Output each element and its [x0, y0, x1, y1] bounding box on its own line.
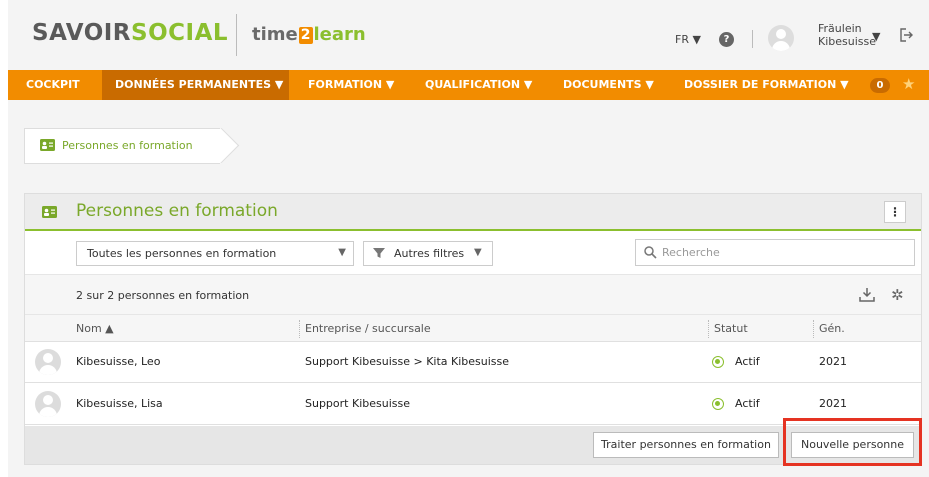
search-input[interactable] [635, 239, 915, 266]
logo-part-savoir: SAVOIR [32, 20, 132, 46]
notification-badge[interactable]: 0 [870, 78, 890, 93]
column-divider [708, 320, 709, 338]
chevron-down-icon: ▼ [474, 247, 482, 258]
panel-menu-button[interactable]: ⋮ [884, 201, 906, 223]
user-avatar[interactable] [768, 25, 794, 51]
cell-status: Actif [735, 355, 760, 368]
panel-header: Personnes en formation ⋮ [25, 194, 921, 231]
person-card-icon [42, 206, 57, 218]
cell-gen: 2021 [819, 397, 847, 410]
header-divider [752, 30, 753, 48]
breadcrumb: Personnes en formation [24, 127, 240, 164]
other-filters-button[interactable]: Autres filtres ▼ [363, 241, 493, 266]
nav-item-qualification[interactable]: QUALIFICATION ▼ [425, 70, 532, 100]
logo2-part-time: time [252, 24, 298, 45]
gear-icon[interactable]: ✲ [891, 286, 904, 304]
help-icon[interactable]: ? [719, 32, 734, 47]
nav-item-dossier-de-formation[interactable]: DOSSIER DE FORMATION ▼ [684, 70, 849, 100]
savoirsocial-logo[interactable]: SAVOIRSOCIAL [32, 20, 228, 46]
filter-bar: Toutes les personnes en formation ▼ Autr… [25, 233, 921, 271]
nav-item-cockpit[interactable]: COCKPIT [26, 70, 80, 100]
export-icon[interactable] [859, 287, 875, 302]
star-icon[interactable]: ★ [902, 75, 915, 93]
funnel-icon [373, 248, 385, 258]
person-avatar [35, 349, 61, 375]
panel-title: Personnes en formation [76, 201, 278, 221]
search-icon [644, 246, 657, 259]
person-avatar [35, 391, 61, 417]
result-count-bar: 2 sur 2 personnes en formation ✲ [25, 274, 921, 314]
language-selector[interactable]: FR ▼ [675, 33, 701, 46]
column-divider [299, 320, 300, 338]
logout-icon[interactable] [899, 27, 913, 43]
highlight-box [783, 418, 922, 466]
time2learn-logo[interactable]: time 2 learn [252, 24, 366, 45]
table-row[interactable]: Kibesuisse, Leo Support Kibesuisse > Kit… [25, 342, 921, 383]
app-header: SAVOIRSOCIAL time 2 learn FR ▼ ? Fräulein … [8, 0, 929, 70]
user-name-line1: Fräulein [818, 22, 862, 35]
user-name-line2: Kibesuisse [818, 35, 877, 48]
process-persons-button[interactable]: Traiter personnes en formation [593, 432, 779, 458]
status-active-icon [712, 356, 724, 368]
cell-gen: 2021 [819, 355, 847, 368]
logo-part-social: SOCIAL [131, 20, 229, 46]
cell-company: Support Kibesuisse > Kita Kibesuisse [305, 355, 510, 368]
status-active-icon [712, 398, 724, 410]
main-navigation: COCKPIT DONNÉES PERMANENTES ▼ FORMATION … [8, 70, 929, 100]
other-filters-label: Autres filtres [394, 247, 465, 260]
result-count: 2 sur 2 personnes en formation [76, 289, 250, 302]
column-header-status[interactable]: Statut [714, 322, 748, 335]
persons-filter-select[interactable]: Toutes les personnes en formation ▼ [76, 241, 354, 266]
user-menu-caret[interactable]: ▼ [872, 30, 880, 43]
nav-item-documents[interactable]: DOCUMENTS ▼ [563, 70, 654, 100]
user-name[interactable]: Fräulein Kibesuisse [818, 22, 876, 48]
logo2-part-num: 2 [298, 27, 313, 44]
column-header-name[interactable]: Nom ▲ [76, 322, 114, 335]
cell-name[interactable]: Kibesuisse, Lisa [76, 397, 163, 410]
cell-status: Actif [735, 397, 760, 410]
person-card-icon [40, 139, 55, 151]
logo-divider [236, 14, 237, 56]
select-value: Toutes les personnes en formation [87, 247, 277, 260]
breadcrumb-item-personnes[interactable]: Personnes en formation [62, 139, 193, 152]
column-header-gen[interactable]: Gén. [819, 322, 845, 335]
nav-item-formation[interactable]: FORMATION ▼ [308, 70, 394, 100]
column-header-company[interactable]: Entreprise / succursale [305, 322, 431, 335]
chevron-down-icon: ▼ [338, 247, 346, 258]
cell-name[interactable]: Kibesuisse, Leo [76, 355, 160, 368]
logo2-part-learn: learn [313, 24, 366, 45]
nav-item-donnees-permanentes[interactable]: DONNÉES PERMANENTES ▼ [102, 70, 289, 100]
table-header: Nom ▲ Entreprise / succursale Statut Gén… [25, 314, 921, 342]
cell-company: Support Kibesuisse [305, 397, 410, 410]
column-divider [813, 320, 814, 338]
